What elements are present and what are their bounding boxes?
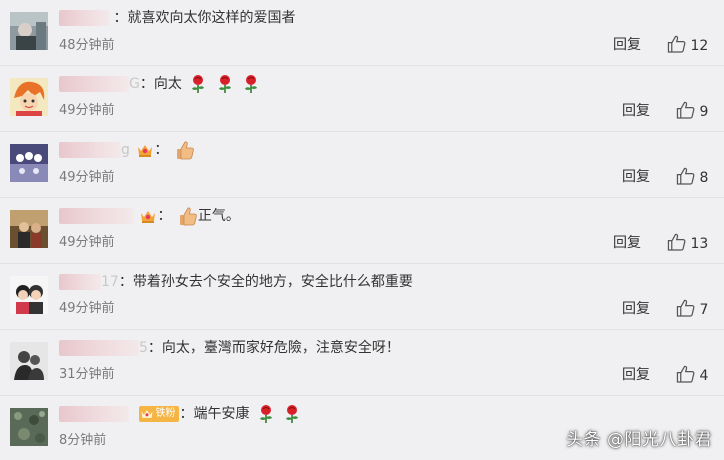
like-count: 8 — [699, 170, 709, 186]
colon: ： — [154, 142, 169, 158]
comment-item: ： 正气。 49分钟前 回复 13 — [0, 198, 724, 264]
comment-time: 49分钟前 — [59, 170, 115, 185]
like-button[interactable]: 9 — [676, 101, 708, 122]
username-blurred[interactable] — [59, 274, 101, 290]
username-tail: g — [121, 142, 130, 158]
comment-text: 向太 — [153, 76, 182, 92]
username-blurred[interactable] — [59, 406, 129, 422]
reply-button[interactable]: 回复 — [622, 299, 650, 319]
crown-icon — [142, 410, 153, 418]
reply-button[interactable]: 回复 — [622, 167, 650, 187]
rose-icon — [245, 75, 258, 93]
comment-time: 48分钟前 — [59, 38, 115, 53]
colon: ： — [147, 340, 162, 356]
avatar[interactable] — [10, 144, 48, 182]
thumbs-up-icon — [676, 299, 695, 317]
crown-badge-icon — [138, 145, 153, 157]
avatar[interactable] — [10, 408, 48, 446]
like-count: 7 — [699, 302, 709, 318]
comment-time: 31分钟前 — [59, 367, 115, 382]
reply-button[interactable]: 回复 — [613, 233, 641, 253]
username-tail: 5 — [139, 340, 148, 356]
username-tail: G — [129, 76, 140, 92]
comment-time: 49分钟前 — [59, 301, 115, 316]
comment-time: 8分钟前 — [59, 433, 107, 448]
comment-text: 端午安康 — [193, 406, 250, 422]
username-blurred[interactable] — [59, 10, 109, 26]
colon: ： — [113, 10, 128, 26]
comment-item: 17：带着孙女去个安全的地方，安全比什么都重要 49分钟前 回复 7 — [0, 264, 724, 330]
like-count: 4 — [699, 368, 709, 384]
like-button[interactable]: 12 — [667, 35, 708, 56]
comment-item: 5：向太，臺灣而家好危險，注意安全呀！ 31分钟前 回复 4 — [0, 330, 724, 396]
username-blurred[interactable] — [59, 340, 139, 356]
colon: ： — [118, 274, 133, 290]
username-blurred[interactable] — [59, 208, 133, 224]
thumbs-up-icon — [667, 233, 686, 251]
watermark: 头条 @阳光八卦君 — [566, 430, 712, 450]
comment-text: 正气。 — [197, 208, 240, 224]
comment-item: ：就喜欢向太你这样的爱国者 48分钟前 回复 12 — [0, 0, 724, 66]
comment-text: 就喜欢向太你这样的爱国者 — [127, 10, 296, 26]
colon: ： — [157, 208, 172, 224]
reply-button[interactable]: 回复 — [622, 101, 650, 121]
comment-text: 向太，臺灣而家好危險，注意安全呀！ — [161, 340, 400, 356]
like-button[interactable]: 13 — [667, 233, 708, 254]
rose-icon — [259, 405, 272, 423]
thumbs-up-icon — [676, 101, 695, 119]
comment-text: 带着孙女去个安全的地方，安全比什么都重要 — [132, 274, 413, 290]
comment-item: G：向太 49分钟前 回复 9 — [0, 66, 724, 132]
fan-badge-label: 铁粉 — [155, 408, 176, 419]
like-count: 9 — [699, 104, 709, 120]
comment-item: g ： 49分钟前 回复 8 — [0, 132, 724, 198]
like-count: 12 — [690, 38, 709, 54]
like-count: 13 — [690, 236, 709, 252]
thumbs-up-icon — [179, 207, 197, 226]
avatar[interactable] — [10, 276, 48, 314]
username-tail: 17 — [101, 274, 119, 290]
avatar[interactable] — [10, 78, 48, 116]
rose-icon — [192, 75, 205, 93]
comment-list: ：就喜欢向太你这样的爱国者 48分钟前 回复 12 G：向太 49分钟前 回复 … — [0, 0, 724, 460]
thumbs-up-icon — [667, 35, 686, 53]
avatar[interactable] — [10, 12, 48, 50]
crown-badge-icon — [141, 211, 156, 223]
rose-icon — [286, 405, 299, 423]
avatar[interactable] — [10, 342, 48, 380]
username-blurred[interactable] — [59, 142, 121, 158]
thumbs-up-icon — [176, 141, 194, 160]
comment-time: 49分钟前 — [59, 235, 115, 250]
reply-button[interactable]: 回复 — [613, 35, 641, 55]
username-blurred[interactable] — [59, 76, 129, 92]
thumbs-up-icon — [676, 365, 695, 383]
rose-icon — [218, 75, 231, 93]
like-button[interactable]: 8 — [676, 167, 708, 188]
thumbs-up-icon — [676, 167, 695, 185]
reply-button[interactable]: 回复 — [622, 365, 650, 385]
comment-time: 49分钟前 — [59, 103, 115, 118]
colon: ： — [139, 76, 154, 92]
colon: ： — [179, 406, 194, 422]
like-button[interactable]: 7 — [676, 299, 708, 320]
fan-badge: 铁粉 — [139, 406, 180, 422]
like-button[interactable]: 4 — [676, 365, 708, 386]
avatar[interactable] — [10, 210, 48, 248]
